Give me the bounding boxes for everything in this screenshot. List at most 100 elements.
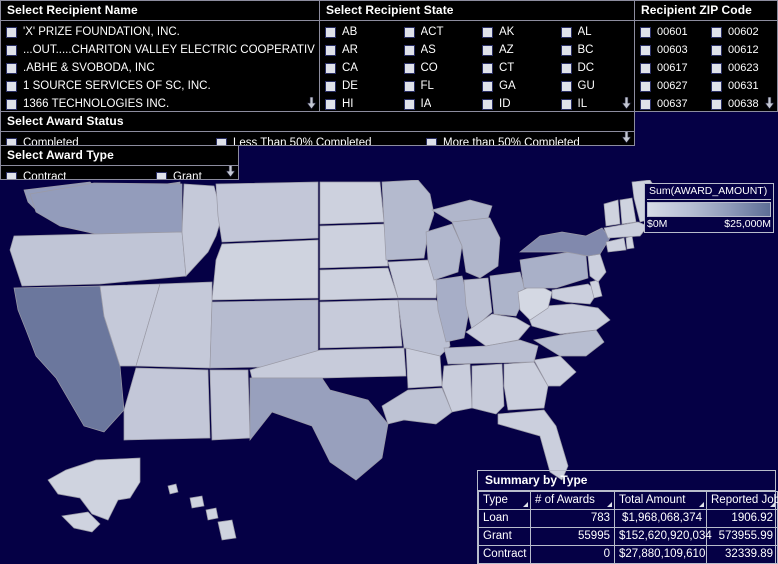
state-MI-up[interactable] <box>431 199 493 223</box>
state-HI-1[interactable] <box>167 483 179 495</box>
sort-triangle-icon[interactable] <box>523 502 528 507</box>
filter-option-zip[interactable]: 00601 <box>635 23 706 41</box>
checkbox-icon[interactable] <box>640 98 651 110</box>
checkbox-icon[interactable] <box>6 80 17 92</box>
checkbox-icon[interactable] <box>403 98 415 110</box>
checkbox-icon[interactable] <box>482 62 493 74</box>
checkbox-icon[interactable] <box>560 26 572 38</box>
checkbox-icon[interactable] <box>711 80 722 92</box>
column-header-amount[interactable]: Total Amount <box>614 491 707 510</box>
filter-option-state[interactable]: AZ <box>477 41 556 59</box>
scroll-down-arrow-icon[interactable] <box>764 97 775 110</box>
checkbox-icon[interactable] <box>482 80 493 92</box>
state-NY[interactable] <box>519 227 611 257</box>
state-SD[interactable] <box>319 223 389 269</box>
checkbox-icon[interactable] <box>482 98 493 110</box>
filter-option-state[interactable]: AR <box>320 41 399 59</box>
checkbox-icon[interactable] <box>403 44 415 56</box>
state-NE[interactable] <box>319 267 399 301</box>
filter-option-state[interactable]: AL <box>556 23 635 41</box>
state-ND[interactable] <box>319 181 385 225</box>
filter-option-state[interactable]: GU <box>556 77 635 95</box>
state-MT[interactable] <box>215 181 319 243</box>
state-LA[interactable] <box>381 387 453 425</box>
state-AK[interactable] <box>47 457 141 521</box>
sort-triangle-icon[interactable] <box>699 502 704 507</box>
state-HI-2[interactable] <box>189 495 205 509</box>
table-row[interactable]: Contract 0 $27,880,109,610 32339.89 <box>478 545 778 564</box>
state-PA[interactable] <box>519 251 589 289</box>
checkbox-icon[interactable] <box>325 26 336 38</box>
filter-option-state[interactable]: DC <box>556 59 635 77</box>
column-header-jobs[interactable]: Reported Jobs <box>706 491 778 510</box>
state-OR[interactable] <box>9 231 187 287</box>
sort-triangle-icon[interactable] <box>770 502 775 507</box>
filter-option-zip[interactable]: 00623 <box>706 59 777 77</box>
checkbox-icon[interactable] <box>711 44 722 56</box>
filter-option-state[interactable]: AS <box>399 41 478 59</box>
checkbox-icon[interactable] <box>711 98 722 110</box>
checkbox-icon[interactable] <box>560 62 572 74</box>
filter-option-state[interactable]: ACT <box>399 23 478 41</box>
checkbox-icon[interactable] <box>560 80 572 92</box>
filter-option-state[interactable]: CT <box>477 59 556 77</box>
filter-option-award-status[interactable]: Completed <box>1 134 211 145</box>
checkbox-icon[interactable] <box>482 44 493 56</box>
checkbox-icon[interactable] <box>560 44 572 56</box>
checkbox-icon[interactable] <box>325 44 336 56</box>
column-header-awards[interactable]: # of Awards <box>530 491 615 510</box>
column-header-type[interactable]: Type <box>478 491 531 510</box>
checkbox-icon[interactable] <box>560 98 572 110</box>
scroll-down-arrow-icon[interactable] <box>621 97 632 110</box>
checkbox-icon[interactable] <box>640 62 651 74</box>
checkbox-icon[interactable] <box>711 62 722 74</box>
filter-option-award-status[interactable]: More than 50% Completed <box>421 134 631 145</box>
checkbox-icon[interactable] <box>403 80 415 92</box>
filter-option-award-status[interactable]: Less Than 50% Completed <box>211 134 421 145</box>
checkbox-icon[interactable] <box>156 171 167 179</box>
checkbox-icon[interactable] <box>6 62 17 74</box>
state-WA-main[interactable] <box>29 182 183 235</box>
state-NM[interactable] <box>209 369 251 441</box>
state-HI-4[interactable] <box>217 519 237 541</box>
filter-option-state[interactable]: HI <box>320 95 399 111</box>
state-KS[interactable] <box>319 299 403 349</box>
checkbox-icon[interactable] <box>403 26 415 38</box>
checkbox-icon[interactable] <box>6 44 17 56</box>
filter-option-recipient-name[interactable]: 1366 TECHNOLOGIES INC. <box>1 98 319 111</box>
checkbox-icon[interactable] <box>482 26 493 38</box>
checkbox-icon[interactable] <box>325 98 336 110</box>
filter-option-state[interactable]: IA <box>399 95 478 111</box>
checkbox-icon[interactable] <box>640 44 651 56</box>
checkbox-icon[interactable] <box>640 26 651 38</box>
filter-option-zip[interactable]: 00602 <box>706 23 777 41</box>
checkbox-icon[interactable] <box>216 137 227 145</box>
filter-option-state[interactable]: CA <box>320 59 399 77</box>
checkbox-icon[interactable] <box>6 26 17 38</box>
state-MN[interactable] <box>381 180 435 261</box>
table-row[interactable]: Loan 783 $1,968,068,374 1906.92 <box>478 509 778 528</box>
filter-option-recipient-name[interactable]: .ABHE & SVOBODA, INC <box>1 62 319 75</box>
filter-option-recipient-name[interactable]: 'X' PRIZE FOUNDATION, INC. <box>1 26 319 39</box>
state-AL[interactable] <box>471 363 505 415</box>
filter-option-zip[interactable]: 00627 <box>635 77 706 95</box>
state-TX[interactable] <box>249 377 389 481</box>
filter-option-recipient-name[interactable]: 1 SOURCE SERVICES OF SC, INC. <box>1 80 319 93</box>
filter-option-zip[interactable]: 00631 <box>706 77 777 95</box>
sort-triangle-icon[interactable] <box>607 502 612 507</box>
state-NH[interactable] <box>619 197 637 225</box>
checkbox-icon[interactable] <box>325 62 336 74</box>
checkbox-icon[interactable] <box>6 137 17 145</box>
checkbox-icon[interactable] <box>325 80 336 92</box>
filter-option-zip[interactable]: 00637 <box>635 95 706 111</box>
filter-option-state[interactable]: ID <box>477 95 556 111</box>
scroll-down-arrow-icon[interactable] <box>306 97 317 110</box>
filter-option-state[interactable]: FL <box>399 77 478 95</box>
state-WY[interactable] <box>211 239 319 301</box>
filter-option-state[interactable]: AB <box>320 23 399 41</box>
filter-option-zip[interactable]: 00617 <box>635 59 706 77</box>
state-VT[interactable] <box>603 199 621 227</box>
filter-option-award-type[interactable]: Contract <box>1 168 151 179</box>
state-NJ[interactable] <box>587 253 607 283</box>
state-HI-3[interactable] <box>205 507 219 521</box>
